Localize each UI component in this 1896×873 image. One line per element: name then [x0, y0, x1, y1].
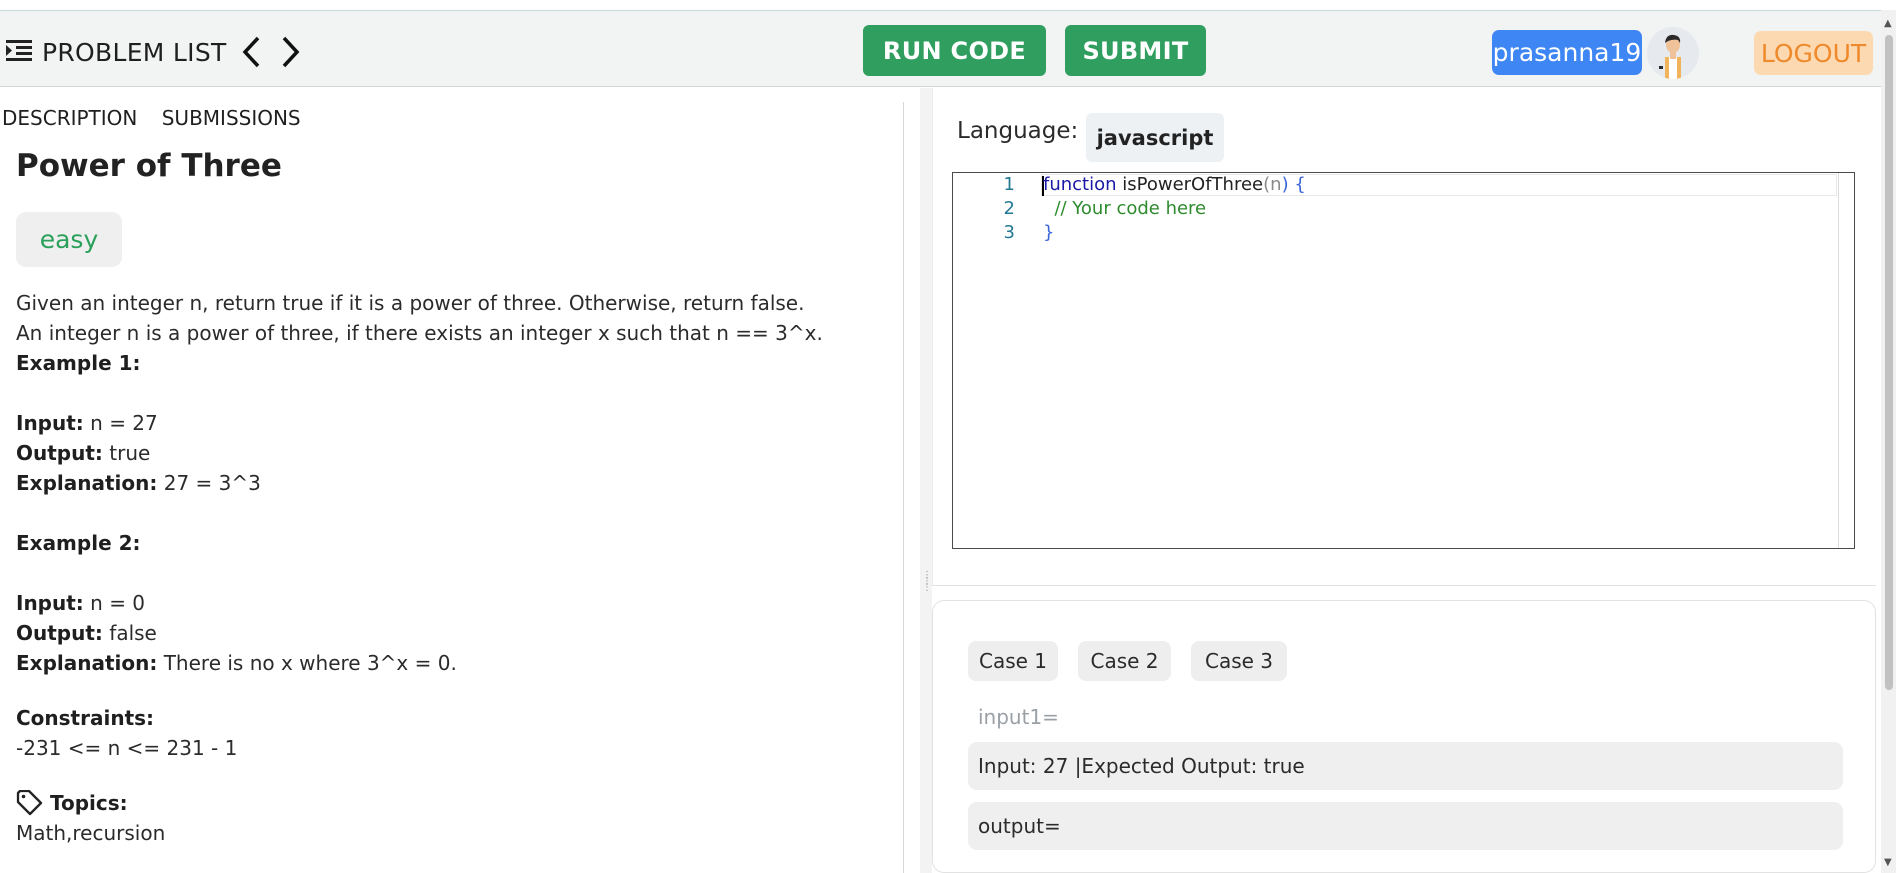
code-line-1: function isPowerOfThree(n) {	[1043, 174, 1306, 195]
submit-button[interactable]: SUBMIT	[1065, 25, 1206, 76]
difficulty-badge: easy	[16, 212, 122, 267]
testcase-output-field: output=	[968, 802, 1843, 850]
example1-explanation-label: Explanation:	[16, 471, 158, 495]
code-line-2: // Your code here	[1043, 198, 1207, 219]
example2-input-label: Input:	[16, 591, 84, 615]
case-tab-1[interactable]: Case 1	[968, 641, 1058, 681]
language-label: Language:	[957, 118, 1079, 144]
tab-submissions[interactable]: SUBMISSIONS	[162, 106, 301, 130]
scroll-down-arrow-icon[interactable]: ▼	[1884, 857, 1892, 868]
editor-scrollbar[interactable]	[1838, 173, 1854, 548]
example2-output: false	[109, 621, 157, 645]
logout-button[interactable]: LOGOUT	[1754, 31, 1873, 75]
topics-text: Math,recursion	[16, 821, 166, 845]
avatar-illustration-icon	[1659, 34, 1681, 79]
scroll-up-arrow-icon[interactable]: ▲	[1884, 18, 1892, 29]
code-function-name: isPowerOfThree	[1116, 174, 1264, 195]
example2-explanation: There is no x where 3^x = 0.	[163, 651, 457, 675]
line-number: 1	[1003, 174, 1015, 195]
top-bar: PROBLEM LIST RUN CODE SUBMIT prasanna19 …	[0, 10, 1896, 87]
example2-explanation-label: Explanation:	[16, 651, 158, 675]
line-number: 2	[1003, 198, 1015, 219]
code-param: n	[1270, 174, 1282, 195]
example2-output-label: Output:	[16, 621, 103, 645]
example1-explanation: 27 = 3^3	[163, 471, 261, 495]
case-tab-2[interactable]: Case 2	[1078, 641, 1171, 681]
resize-grip-icon[interactable]: ⋮ ⋮ ⋮	[922, 571, 932, 593]
tag-icon	[16, 790, 43, 816]
page-scrollbar-thumb[interactable]	[1885, 35, 1893, 690]
example1-input-label: Input:	[16, 411, 84, 435]
example1-heading: Example 1:	[16, 351, 141, 375]
code-keyword: function	[1043, 174, 1117, 195]
example1-output: true	[109, 441, 151, 465]
problem-title: Power of Three	[16, 148, 282, 184]
problem-statement: Given an integer n, return true if it is…	[16, 291, 823, 345]
example1-input: n = 27	[90, 411, 158, 435]
problem-list-link[interactable]: PROBLEM LIST	[42, 38, 227, 67]
run-code-button[interactable]: RUN CODE	[863, 25, 1046, 76]
constraints-heading: Constraints:	[16, 706, 155, 730]
example2-heading: Example 2:	[16, 531, 141, 555]
indent-list-icon[interactable]	[6, 39, 32, 63]
chevron-right-icon[interactable]	[278, 35, 302, 69]
example2-input: n = 0	[90, 591, 146, 615]
panel-resize-gutter[interactable]	[920, 88, 932, 873]
problem-description: Given an integer n, return true if it is…	[16, 288, 896, 848]
left-panel-divider	[903, 102, 904, 873]
chevron-left-icon[interactable]	[240, 35, 264, 69]
topics-heading: Topics:	[50, 791, 128, 815]
problem-tabs: DESCRIPTION SUBMISSIONS	[2, 106, 319, 130]
case-tab-3[interactable]: Case 3	[1191, 641, 1287, 681]
username-badge[interactable]: prasanna19	[1492, 30, 1642, 75]
line-number: 3	[1003, 222, 1015, 243]
constraints-text: -231 <= n <= 231 - 1	[16, 736, 238, 760]
tab-description[interactable]: DESCRIPTION	[2, 106, 137, 130]
code-paren-close: ) {	[1281, 174, 1306, 195]
code-editor[interactable]: 1 2 3 function isPowerOfThree(n) { // Yo…	[952, 172, 1855, 549]
language-select[interactable]: javascript	[1086, 113, 1224, 162]
testcase-input-field[interactable]: Input: 27 |Expected Output: true	[968, 742, 1843, 790]
code-line-3: }	[1043, 222, 1055, 243]
example1-output-label: Output:	[16, 441, 103, 465]
user-avatar[interactable]	[1647, 27, 1699, 79]
input-label: input1=	[978, 705, 1059, 729]
